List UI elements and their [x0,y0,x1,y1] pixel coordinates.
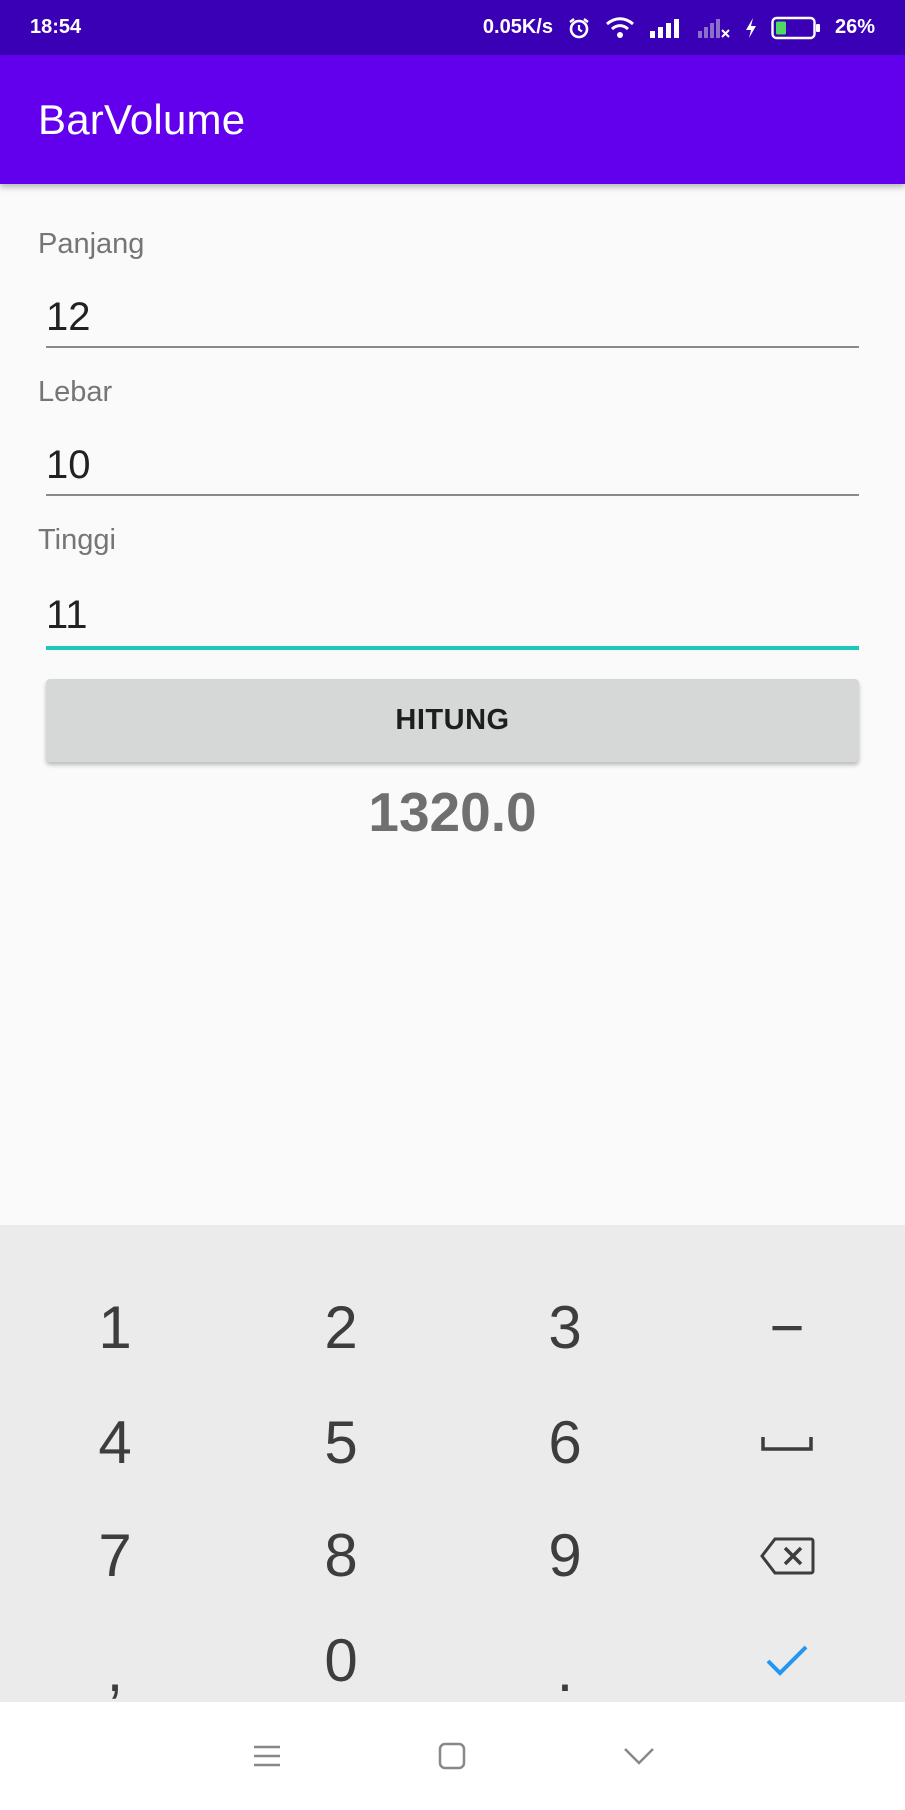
charging-icon [745,17,757,39]
panjang-input[interactable] [46,288,859,348]
key-4[interactable]: 4 [2,1385,228,1500]
check-icon [766,1645,808,1676]
battery-icon [771,16,821,40]
network-speed: 0.05K/s [482,16,553,38]
menu-button[interactable] [237,1730,297,1782]
key-6[interactable]: 6 [452,1385,678,1500]
signal-no-service-icon [697,18,731,38]
key-done[interactable] [674,1603,900,1718]
key-space[interactable] [674,1385,900,1500]
backspace-icon [760,1537,815,1574]
key-8[interactable]: 8 [228,1498,454,1613]
status-bar: 18:54 0.05K/s 26% [0,0,905,55]
alarm-icon [567,16,591,40]
tinggi-label: Tinggi [38,524,116,556]
key-5[interactable]: 5 [228,1385,454,1500]
back-button[interactable] [609,1730,669,1782]
key-2[interactable]: 2 [228,1270,454,1385]
key-3[interactable]: 3 [452,1270,678,1385]
tinggi-input[interactable] [46,584,859,650]
home-button[interactable] [422,1730,482,1782]
key-7[interactable]: 7 [2,1498,228,1613]
lebar-input[interactable] [46,436,859,496]
battery-percent: 26% [834,16,875,38]
app-title: BarVolume [38,95,246,143]
status-time: 18:54 [30,16,82,38]
key-1[interactable]: 1 [2,1270,228,1385]
home-icon [438,1742,466,1770]
key-0[interactable]: 0 [228,1603,454,1718]
numeric-keyboard: 1 2 3 − 4 5 6 7 8 9 , 0 . [0,1225,905,1704]
result-value: 1320.0 [368,781,537,843]
signal-icon [649,18,683,38]
key-9[interactable]: 9 [452,1498,678,1613]
status-icons: 0.05K/s 26% [483,16,875,40]
panjang-label: Panjang [38,228,145,260]
menu-icon [254,1745,280,1767]
space-icon [761,1436,813,1451]
key-minus[interactable]: − [674,1270,900,1385]
key-backspace[interactable] [674,1498,900,1613]
hitung-button[interactable]: HITUNG [46,679,859,762]
system-nav-bar [0,1702,905,1810]
back-icon [624,1748,654,1765]
app-bar: BarVolume [0,55,905,184]
wifi-icon [605,16,635,39]
lebar-label: Lebar [38,376,113,408]
